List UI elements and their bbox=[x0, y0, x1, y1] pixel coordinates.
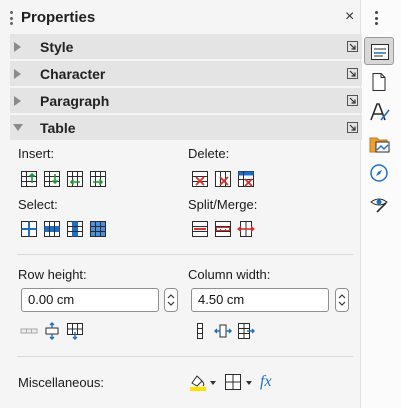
select-column-icon[interactable] bbox=[66, 220, 84, 238]
split-merge-label: Split/Merge: bbox=[188, 197, 258, 212]
properties-icon bbox=[371, 44, 389, 60]
column-width-spinner[interactable] bbox=[335, 288, 349, 312]
vertical-dots-icon[interactable] bbox=[375, 11, 378, 25]
row-height-spinner[interactable] bbox=[164, 288, 178, 312]
section-character[interactable]: Character bbox=[10, 61, 362, 86]
minimal-column-width-icon[interactable] bbox=[191, 322, 209, 340]
expand-arrow-icon bbox=[14, 42, 21, 52]
more-options-icon[interactable] bbox=[347, 95, 358, 106]
select-row-icon[interactable] bbox=[43, 220, 61, 238]
insert-rows-below-icon[interactable] bbox=[43, 170, 61, 188]
more-options-icon[interactable] bbox=[347, 41, 358, 52]
split-cells-icon[interactable] bbox=[191, 220, 209, 238]
drag-grip-icon[interactable] bbox=[10, 11, 13, 25]
collapse-arrow-icon bbox=[13, 124, 23, 131]
row-height-input[interactable]: 0.00 cm bbox=[21, 288, 159, 312]
miscellaneous-label: Miscellaneous: bbox=[18, 375, 104, 390]
delete-label: Delete: bbox=[188, 146, 230, 161]
split-table-icon[interactable] bbox=[237, 220, 255, 238]
borders-icon[interactable] bbox=[224, 373, 242, 391]
cell-background-color-icon[interactable] bbox=[188, 372, 208, 392]
insert-columns-before-icon[interactable] bbox=[66, 170, 84, 188]
divider bbox=[17, 356, 353, 357]
section-label: Paragraph bbox=[40, 93, 110, 109]
panel-title-bar: Properties × bbox=[0, 0, 361, 34]
optimal-row-height-icon[interactable] bbox=[43, 322, 61, 340]
delete-table-icon[interactable] bbox=[237, 170, 255, 188]
delete-rows-icon[interactable] bbox=[191, 170, 209, 188]
select-table-icon[interactable] bbox=[20, 220, 38, 238]
select-label: Select: bbox=[18, 197, 58, 212]
distribute-columns-icon[interactable] bbox=[237, 322, 255, 340]
delete-columns-icon[interactable] bbox=[214, 170, 232, 188]
optimal-column-width-icon[interactable] bbox=[214, 322, 232, 340]
navigator-icon bbox=[370, 164, 388, 182]
expand-arrow-icon bbox=[14, 96, 21, 106]
chevron-down-icon[interactable] bbox=[209, 380, 217, 386]
tab-gallery[interactable] bbox=[364, 129, 394, 157]
tab-styles[interactable] bbox=[364, 98, 394, 126]
spin-arrows-icon bbox=[167, 294, 175, 306]
minimal-row-height-icon[interactable] bbox=[20, 322, 38, 340]
section-label: Character bbox=[40, 66, 106, 82]
insert-label: Insert: bbox=[18, 146, 55, 161]
properties-panel: Properties × Style Character Paragraph T… bbox=[0, 0, 362, 408]
distribute-rows-icon[interactable] bbox=[66, 322, 84, 340]
section-paragraph[interactable]: Paragraph bbox=[10, 88, 362, 113]
tab-navigator[interactable] bbox=[364, 159, 394, 187]
page-icon bbox=[372, 73, 386, 91]
insert-rows-above-icon[interactable] bbox=[20, 170, 38, 188]
column-width-label: Column width: bbox=[188, 267, 271, 282]
select-cell-icon[interactable] bbox=[89, 220, 107, 238]
styles-icon bbox=[370, 103, 390, 121]
spin-arrows-icon bbox=[338, 294, 346, 306]
divider bbox=[17, 254, 353, 255]
more-options-icon[interactable] bbox=[347, 68, 358, 79]
tab-page[interactable] bbox=[364, 68, 394, 96]
section-label: Table bbox=[40, 120, 76, 136]
tab-style-inspector[interactable] bbox=[364, 190, 394, 218]
section-label: Style bbox=[40, 39, 74, 55]
chevron-down-icon[interactable] bbox=[245, 380, 253, 386]
section-style[interactable]: Style bbox=[10, 34, 362, 59]
sidebar-tab-bar bbox=[362, 34, 401, 408]
merge-cells-icon[interactable] bbox=[214, 220, 232, 238]
row-height-label: Row height: bbox=[18, 267, 87, 282]
section-table[interactable]: Table bbox=[10, 115, 362, 140]
close-icon[interactable]: × bbox=[345, 8, 354, 26]
more-options-icon[interactable] bbox=[347, 122, 358, 133]
panel-title: Properties bbox=[21, 9, 96, 26]
style-inspector-icon bbox=[370, 198, 388, 213]
insert-columns-after-icon[interactable] bbox=[89, 170, 107, 188]
sum-icon[interactable]: fx bbox=[260, 373, 272, 391]
expand-arrow-icon bbox=[14, 69, 21, 79]
tab-properties[interactable] bbox=[364, 37, 394, 65]
gallery-icon bbox=[369, 137, 390, 153]
column-width-input[interactable]: 4.50 cm bbox=[191, 288, 329, 312]
